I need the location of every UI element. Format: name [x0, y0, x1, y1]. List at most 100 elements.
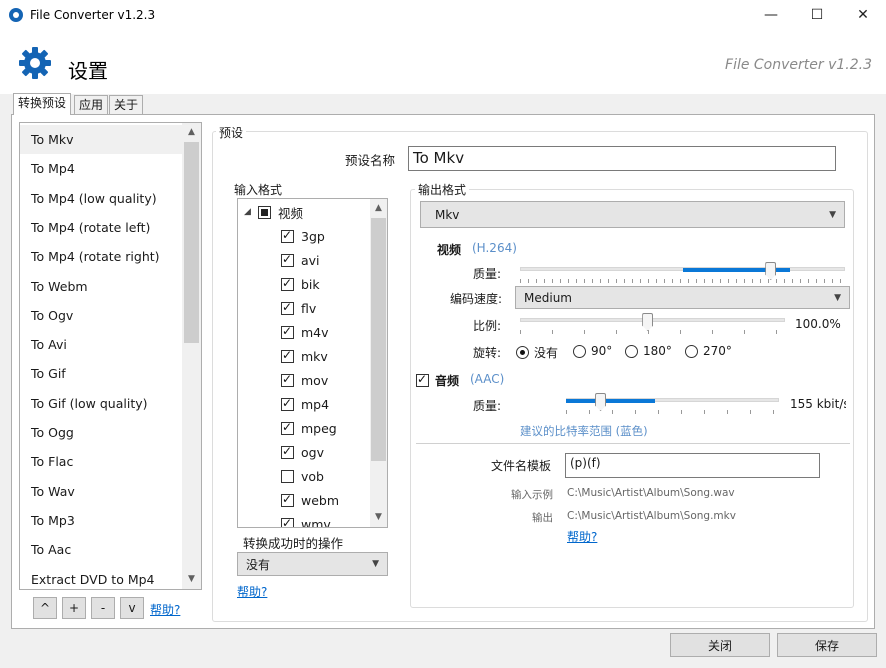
format-checkbox[interactable] — [281, 276, 294, 291]
format-item[interactable]: mov — [281, 368, 328, 392]
preset-list-item[interactable]: To Webm — [20, 272, 182, 301]
preset-help-link[interactable]: 帮助? — [150, 601, 180, 618]
format-checkbox[interactable] — [281, 372, 294, 387]
tree-category-video[interactable]: ◢ 视频 — [244, 200, 303, 224]
audio-checkbox[interactable] — [416, 372, 429, 387]
format-item[interactable]: mp4 — [281, 392, 329, 416]
format-item[interactable]: m4v — [281, 320, 329, 344]
move-down-button[interactable]: v — [120, 597, 144, 619]
save-button-label: 保存 — [814, 638, 839, 653]
format-checkbox[interactable] — [281, 444, 294, 459]
format-checkbox[interactable] — [281, 252, 294, 267]
save-button[interactable]: 保存 — [777, 633, 877, 657]
close-button[interactable]: 关闭 — [670, 633, 770, 657]
category-checkbox[interactable] — [258, 205, 271, 219]
minimize-button[interactable]: — — [748, 0, 794, 30]
scale-slider[interactable] — [520, 313, 785, 335]
filename-template-label: 文件名模板 — [491, 459, 552, 473]
scroll-thumb[interactable] — [371, 218, 386, 461]
example-output-value: C:\Music\Artist\Album\Song.mkv — [567, 510, 736, 522]
expand-triangle-icon[interactable]: ◢ — [244, 207, 258, 217]
format-item[interactable]: mpeg — [281, 416, 337, 440]
slider-ticks — [566, 410, 779, 414]
scroll-up-arrow-icon[interactable]: ▲ — [370, 200, 387, 217]
preset-list-item[interactable]: To Mp3 — [20, 506, 182, 535]
chevron-down-icon: ▼ — [834, 292, 841, 303]
preset-list-item[interactable]: To Mp4 — [20, 154, 182, 183]
rotate-option-270[interactable]: 270° — [685, 344, 732, 358]
format-item[interactable]: 3gp — [281, 224, 325, 248]
format-checkbox[interactable] — [281, 348, 294, 363]
format-item[interactable]: bik — [281, 272, 320, 296]
preset-list-item[interactable]: Extract DVD to Mp4 — [20, 565, 182, 590]
rotate-option-180[interactable]: 180° — [625, 344, 672, 358]
encoding-speed-label: 编码速度: — [450, 292, 503, 306]
preset-list-item[interactable]: To Avi — [20, 330, 182, 359]
slider-thumb[interactable] — [595, 393, 607, 411]
maximize-button[interactable]: ☐ — [794, 0, 840, 30]
tab-about[interactable]: 关于 — [109, 95, 144, 115]
tab-presets[interactable]: 转换预设 — [13, 93, 72, 115]
format-item[interactable]: vob — [281, 464, 324, 488]
slider-thumb[interactable] — [765, 262, 777, 280]
audio-toggle[interactable]: 音频 — [416, 372, 459, 389]
preset-list-scrollbar[interactable]: ▲ ▼ — [182, 123, 201, 589]
radio-button[interactable] — [516, 346, 529, 359]
input-format-tree[interactable]: ◢ 视频 3gp avi bik flv m4v mkv mov mp4 mpeg ogv vob w… — [237, 198, 388, 528]
format-label: mpeg — [301, 420, 337, 436]
format-checkbox[interactable] — [281, 396, 294, 411]
preset-list-item[interactable]: To Ogg — [20, 418, 182, 447]
format-item[interactable]: wmv — [281, 512, 331, 527]
audio-quality-slider[interactable] — [566, 393, 779, 417]
preset-list-item[interactable]: To Mp4 (low quality) — [20, 184, 182, 213]
preset-list-item[interactable]: To Gif — [20, 359, 182, 388]
scroll-thumb[interactable] — [184, 142, 199, 343]
on-success-select[interactable]: 没有 ▼ — [237, 552, 388, 576]
rotate-option-90[interactable]: 90° — [573, 344, 612, 358]
format-checkbox[interactable] — [281, 420, 294, 435]
add-preset-button[interactable]: + — [62, 597, 86, 619]
format-checkbox[interactable] — [281, 469, 294, 483]
encoding-speed-select[interactable]: Medium ▼ — [515, 286, 850, 309]
format-item[interactable]: mkv — [281, 344, 328, 368]
scroll-down-arrow-icon[interactable]: ▼ — [183, 571, 200, 588]
rotate-option-none[interactable]: 没有 — [516, 344, 558, 361]
scroll-down-arrow-icon[interactable]: ▼ — [370, 509, 387, 526]
preset-list-item[interactable]: To Mp4 (rotate right) — [20, 242, 182, 271]
preset-list-item[interactable]: To Mkv — [20, 125, 182, 154]
preset-list-item[interactable]: To Wav — [20, 477, 182, 506]
format-item[interactable]: ogv — [281, 440, 324, 464]
output-format-select[interactable]: Mkv ▼ — [420, 201, 845, 228]
preset-list-item[interactable]: To Mp4 (rotate left) — [20, 213, 182, 242]
preset-list-item[interactable]: To Gif (low quality) — [20, 389, 182, 418]
remove-preset-button[interactable]: - — [91, 597, 115, 619]
preset-list-item[interactable]: To Ogv — [20, 301, 182, 330]
filename-template-input[interactable]: (p)(f) — [565, 453, 820, 478]
radio-button[interactable] — [685, 344, 698, 358]
video-quality-slider[interactable] — [520, 262, 845, 286]
format-checkbox[interactable] — [281, 324, 294, 339]
radio-button[interactable] — [573, 344, 586, 358]
scroll-up-arrow-icon[interactable]: ▲ — [183, 124, 200, 141]
format-checkbox[interactable] — [281, 492, 294, 507]
input-help-link[interactable]: 帮助? — [237, 583, 267, 600]
format-checkbox[interactable] — [281, 300, 294, 315]
radio-button[interactable] — [625, 344, 638, 358]
scale-label: 比例: — [473, 319, 502, 333]
format-item[interactable]: avi — [281, 248, 320, 272]
format-tree-scrollbar[interactable]: ▲ ▼ — [370, 199, 387, 527]
preset-list-item[interactable]: To Flac — [20, 447, 182, 476]
tab-label: 转换预设 — [18, 96, 67, 110]
format-checkbox[interactable] — [281, 228, 294, 243]
tab-application[interactable]: 应用 — [74, 95, 109, 115]
close-window-button[interactable]: ✕ — [840, 0, 886, 30]
preset-name-input[interactable]: To Mkv — [408, 146, 836, 171]
preset-list[interactable]: To Mkv To Mp4 To Mp4 (low quality) To Mp4 (… — [19, 122, 202, 590]
format-checkbox[interactable] — [281, 516, 294, 527]
output-help-link[interactable]: 帮助? — [567, 528, 597, 545]
move-up-button[interactable]: ^ — [33, 597, 57, 619]
preset-list-item[interactable]: To Aac — [20, 535, 182, 564]
format-item[interactable]: webm — [281, 488, 339, 512]
format-item[interactable]: flv — [281, 296, 316, 320]
slider-thumb[interactable] — [642, 313, 654, 331]
